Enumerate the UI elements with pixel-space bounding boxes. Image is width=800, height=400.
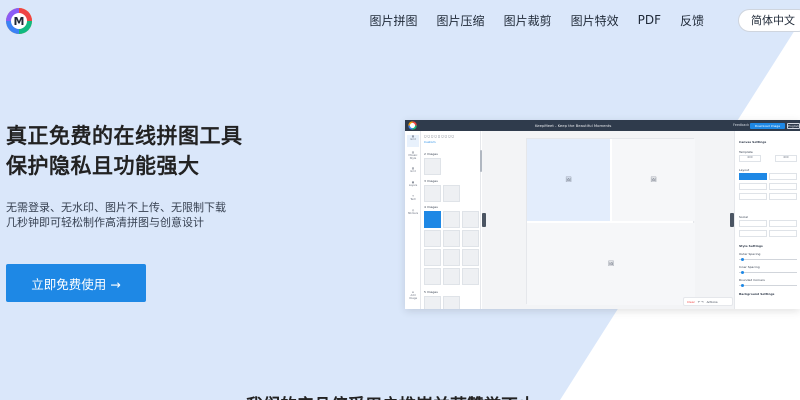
preview-tabs: ◻ ◻ ◻ ◻ ◻ ◻ ◻ ◻ ◻ [424, 134, 455, 138]
preview-topbar: KeepMeet - Keep the Beautiful Moments Fe… [405, 120, 800, 131]
preview-template-option [739, 183, 767, 190]
preview-style-settings-label: Style Settings [739, 244, 763, 248]
preview-window-title: KeepMeet - Keep the Beautiful Moments [535, 123, 612, 128]
preview-rounded-corners-slider [739, 284, 797, 287]
preview-social-option [739, 230, 767, 237]
subtitle-line-2: 几秒钟即可轻松制作高清拼图与创意设计 [6, 216, 204, 229]
preview-sidebar: ▦ Grid ▤ Mosaic Style ▧ Grid ▣ Layers T Text … [405, 131, 421, 309]
preview-social-option [769, 220, 797, 227]
preview-language-button: English [787, 122, 800, 129]
preview-layout-tile [424, 296, 441, 309]
nav-link-pdf[interactable]: PDF [638, 13, 661, 27]
preview-layout-tile [424, 230, 441, 247]
preview-rounded-corners-label: Rounded Corners [739, 278, 765, 282]
nav-links: 图片拼图 图片压缩 图片裁剪 图片特效 PDF 反馈 [351, 0, 704, 40]
preview-layout-label: Layout [739, 168, 750, 172]
preview-logo-icon [408, 121, 417, 130]
preview-layout-tile [424, 185, 441, 202]
preview-tab-custom: Custom [424, 140, 436, 144]
preview-sidebar-item-grid: ▦ Grid [407, 135, 419, 147]
app-preview-screenshot: KeepMeet - Keep the Beautiful Moments Fe… [405, 120, 800, 309]
preview-layout-tile [443, 268, 460, 285]
top-navigation: M 图片拼图 图片压缩 图片裁剪 图片特效 PDF 反馈 简体中文 [0, 0, 800, 40]
preview-layout-tile [462, 249, 479, 266]
preview-background-settings-label: Background Settings [739, 292, 775, 296]
nav-link-compress[interactable]: 图片压缩 [437, 12, 485, 29]
preview-inner-spacing-label: Inner Spacing [739, 265, 760, 269]
section-title: 我们的产品倍受用户推崇并获赞誉不止 [246, 391, 535, 400]
preview-sidebar-item-grid-2: ▧ Grid [410, 167, 416, 173]
preview-template-label: Template [739, 150, 753, 154]
preview-social-label: Social [739, 215, 748, 219]
preview-feedback-link: Feedback [733, 123, 750, 127]
preview-layout-tile [424, 158, 441, 175]
preview-cell: 🖼 [612, 139, 695, 221]
preview-outer-spacing-label: Outer Spacing [739, 252, 761, 256]
nav-link-effects[interactable]: 图片特效 [571, 12, 619, 29]
preview-cell: 🖼 [527, 223, 695, 305]
preview-sidebar-item-mosaic: ▤ Mosaic Style [408, 151, 418, 160]
preview-template-option [739, 173, 767, 180]
preview-download-button: Download Image [750, 122, 785, 129]
preview-template-option [769, 173, 797, 180]
preview-collapse-left-handle [482, 213, 486, 227]
preview-label-2-images: 2 Images [424, 152, 438, 156]
preview-layout-tile [443, 185, 460, 202]
logo-letter: M [14, 15, 25, 28]
preview-layout-tile-selected [424, 211, 441, 228]
preview-inner-spacing-slider [739, 271, 797, 274]
preview-canvas-settings-label: Canvas Settings [739, 140, 767, 144]
logo-icon[interactable]: M [5, 7, 33, 35]
preview-layout-tile [443, 211, 460, 228]
preview-layout-tile [424, 249, 441, 266]
preview-layout-tile [443, 296, 460, 309]
preview-sidebar-item-stickers: ◎ Stickers [407, 209, 419, 215]
preview-settings-panel: Canvas Settings Template 600 600 Layout … [734, 131, 800, 309]
preview-collage-board: 🖼 🖼 🖼 [526, 138, 695, 305]
language-button[interactable]: 简体中文 [738, 9, 800, 32]
preview-label-3-images: 3 Images [424, 179, 438, 183]
preview-template-option [769, 193, 797, 200]
preview-layout-tile [462, 268, 479, 285]
preview-social-option [769, 230, 797, 237]
preview-width-input: 600 [739, 155, 761, 162]
preview-outer-spacing-slider [739, 258, 797, 261]
preview-template-option [769, 183, 797, 190]
hero-headline: 真正免费的在线拼图工具 保护隐私且功能强大 [6, 121, 243, 181]
nav-link-collage[interactable]: 图片拼图 [370, 12, 418, 29]
nav-link-crop[interactable]: 图片裁剪 [504, 12, 552, 29]
preview-cell-selected: 🖼 [527, 139, 610, 221]
subtitle-line-1: 无需登录、无水印、图片不上传、无限制下载 [6, 201, 226, 214]
preview-template-option [739, 193, 767, 200]
headline-line-2: 保护隐私且功能强大 [6, 154, 200, 178]
preview-layout-tile [462, 211, 479, 228]
preview-social-option [739, 220, 767, 227]
headline-line-1: 真正免费的在线拼图工具 [6, 124, 243, 148]
preview-height-input: 600 [775, 155, 797, 162]
preview-sidebar-item-layers: ▣ Layers [408, 181, 418, 187]
preview-layout-tile [443, 249, 460, 266]
preview-bottom-toolbar: Clear ↶ ↷ Actions [683, 297, 733, 306]
preview-layout-tile [443, 230, 460, 247]
preview-label-5-images: 5 Images [424, 290, 438, 294]
preview-layout-tile [462, 230, 479, 247]
hero-subtitle: 无需登录、无水印、图片不上传、无限制下载 几秒钟即可轻松制作高清拼图与创意设计 [6, 200, 226, 230]
preview-layout-panel: ◻ ◻ ◻ ◻ ◻ ◻ ◻ ◻ ◻ Custom 2 Images 3 Imag… [421, 131, 481, 309]
start-free-button[interactable]: 立即免费使用 → [6, 264, 146, 302]
preview-label-4-images: 4 Images [424, 205, 438, 209]
preview-sidebar-item-add-image: ⊕ Add Image [408, 291, 418, 300]
preview-layout-tile [424, 268, 441, 285]
preview-sidebar-item-text: T Text [410, 195, 416, 201]
nav-link-feedback[interactable]: 反馈 [680, 12, 704, 29]
